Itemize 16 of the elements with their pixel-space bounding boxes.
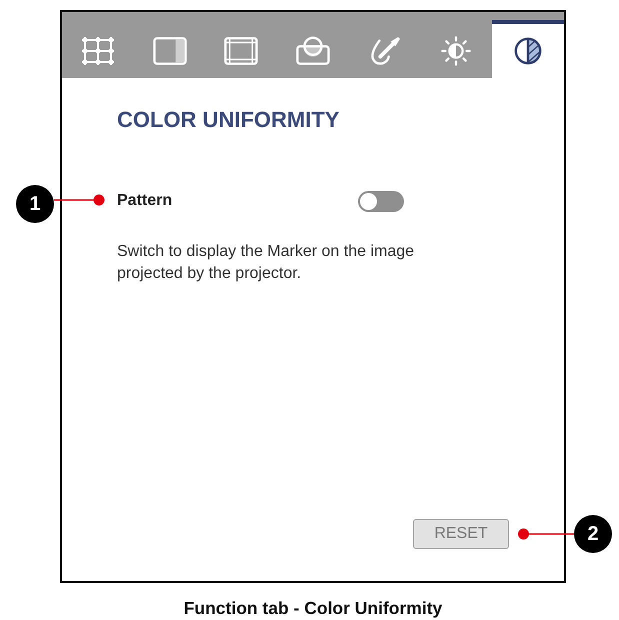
setting-label: Pattern bbox=[117, 192, 172, 210]
setting-description: Switch to display the Marker on the image projected by the projector. bbox=[117, 242, 416, 284]
section-title: COLOR UNIFORMITY bbox=[117, 107, 340, 133]
callout-number: 2 bbox=[574, 515, 612, 553]
camera-icon bbox=[296, 36, 330, 66]
callout-number: 1 bbox=[16, 185, 54, 223]
brightness-icon bbox=[439, 36, 474, 66]
leader-line bbox=[518, 528, 574, 540]
half-filled-rectangle-icon bbox=[152, 36, 187, 66]
leader-line bbox=[54, 194, 105, 206]
figure-caption: Function tab - Color Uniformity bbox=[182, 598, 444, 618]
toggle-switch[interactable] bbox=[358, 190, 404, 212]
framed-rectangle-icon bbox=[224, 36, 258, 66]
grid-icon bbox=[80, 36, 115, 66]
tab[interactable] bbox=[492, 20, 564, 78]
reset-button[interactable]: RESET bbox=[413, 519, 509, 549]
